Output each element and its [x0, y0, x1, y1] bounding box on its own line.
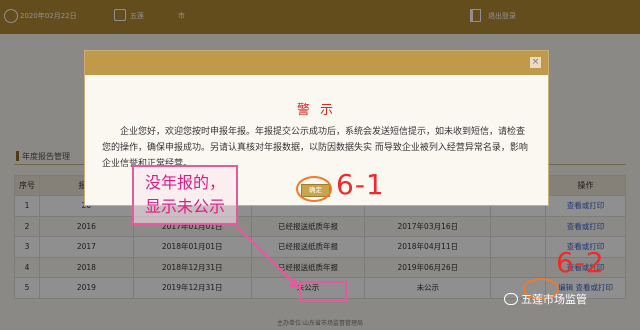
wechat-icon — [504, 293, 518, 305]
annotation-arrow — [235, 225, 300, 289]
watermark: 五莲市场监管 — [504, 291, 587, 309]
watermark-text: 五莲市场监管 — [521, 293, 587, 306]
